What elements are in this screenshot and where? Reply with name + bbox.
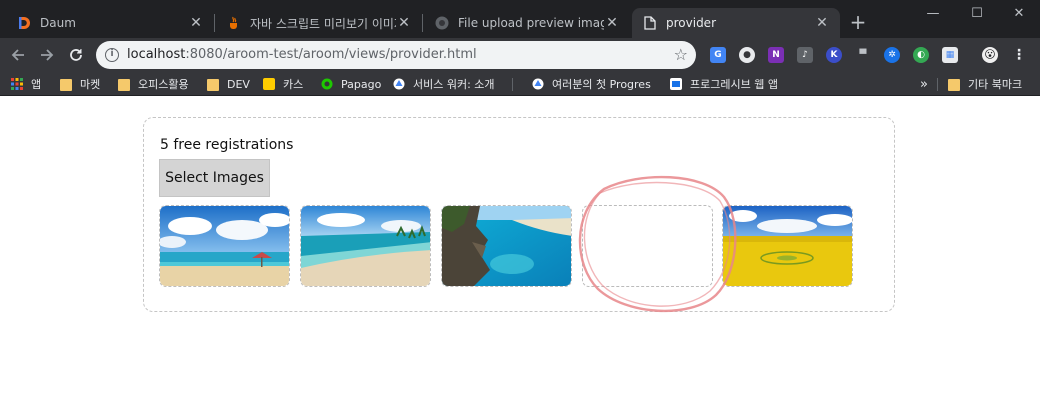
page-content: 5 free registrations Select Images [0, 97, 1040, 416]
grid-extension-icon[interactable]: ▦ [942, 47, 958, 63]
bookmark-label: 오피스활용 [138, 78, 189, 91]
folder-icon [948, 78, 960, 91]
tab-title: File upload preview image [458, 16, 604, 30]
chat-extension-icon[interactable]: ● [739, 47, 755, 63]
java-cup-icon [226, 15, 242, 31]
bookmarks-bar: 앱 마켓 오피스활용 DEV 카스 Papago 서비스 워커: 소개 여러분의… [0, 72, 1040, 96]
bookmark-label: DEV [227, 77, 250, 91]
daum-d-icon [16, 15, 32, 31]
bookmark-star-icon[interactable]: ☆ [674, 45, 688, 64]
bookmark-folder-other[interactable]: 기타 북마크 [948, 76, 1022, 92]
image-preview-beach-shoreline[interactable] [300, 205, 431, 287]
tab-divider [422, 14, 423, 32]
menu-dots-icon[interactable]: ⋮ [1011, 47, 1027, 63]
apps-grid-icon [11, 78, 23, 90]
bookmark-folder-market[interactable]: 마켓 [60, 76, 100, 92]
pwa-icon [670, 78, 682, 90]
folder-icon [207, 78, 219, 91]
tab-title: 자바 스크립트 미리보기 이미지 [250, 16, 396, 31]
tab-title: provider [666, 16, 716, 30]
bookmark-apps[interactable]: 앱 [11, 76, 41, 92]
folder-icon [60, 78, 72, 91]
image-preview-yellow-field[interactable] [722, 205, 853, 287]
translate-extension-icon[interactable]: G [710, 47, 726, 63]
bookmark-divider [512, 78, 513, 91]
address-url: localhost:8080/aroom-test/aroom/views/pr… [127, 47, 477, 62]
bookmark-label: 마켓 [80, 78, 101, 91]
google-dev-icon [532, 78, 544, 90]
select-images-button[interactable]: Select Images [159, 159, 270, 197]
bookmark-label: 기타 북마크 [968, 78, 1023, 91]
bookmark-label: 프로그레시브 웹 앱 [690, 78, 778, 91]
close-icon[interactable]: ✕ [814, 15, 830, 31]
google-dev-icon [393, 78, 405, 90]
bookmark-folder-dev[interactable]: DEV [207, 76, 250, 92]
tab-provider[interactable]: provider ✕ [632, 8, 840, 38]
bookmark-kakao-story[interactable]: 카스 [263, 76, 303, 92]
image-preview-empty[interactable] [582, 205, 713, 287]
bookmark-papago[interactable]: Papago [321, 76, 381, 92]
page-icon [642, 15, 658, 31]
tab-java-preview[interactable]: 자바 스크립트 미리보기 이미지 ✕ [216, 8, 422, 38]
image-preview-beach-clouds[interactable] [159, 205, 290, 287]
k-extension-icon[interactable]: K [826, 47, 842, 63]
profile-avatar[interactable]: 😮 [982, 47, 998, 63]
bookmark-label: 서비스 워커: 소개 [413, 78, 495, 91]
tab-daum[interactable]: Daum ✕ [6, 8, 214, 38]
free-registrations-text: 5 free registrations [160, 137, 294, 153]
upload-panel: 5 free registrations Select Images [143, 117, 895, 312]
bookmark-divider [937, 78, 938, 91]
close-icon[interactable]: ✕ [188, 15, 204, 31]
back-arrow-icon[interactable] [7, 44, 29, 66]
maximize-icon[interactable]: ☐ [954, 4, 1000, 24]
forward-arrow-icon[interactable] [36, 44, 58, 66]
onenote-extension-icon[interactable]: N [768, 47, 784, 63]
bookmark-first-progressive[interactable]: 여러분의 첫 Progres [532, 76, 651, 92]
kakao-icon [263, 78, 275, 90]
tab-title: Daum [40, 16, 76, 30]
folder-icon [118, 78, 130, 91]
reload-icon[interactable] [65, 44, 87, 66]
browser-toolbar: i localhost:8080/aroom-test/aroom/views/… [0, 38, 1040, 72]
bookmark-label: Papago [341, 77, 382, 91]
bookmark-progressive-web-app[interactable]: 프로그레시브 웹 앱 [670, 76, 778, 92]
papago-icon [321, 78, 333, 90]
image-preview-rocky-coast[interactable] [441, 205, 572, 287]
tab-strip: Daum ✕ 자바 스크립트 미리보기 이미지 ✕ File upload pr… [0, 0, 1040, 38]
bookmark-label: 앱 [31, 78, 42, 91]
network-extension-icon[interactable]: ✲ [884, 47, 900, 63]
bookmarks-overflow-chevron[interactable]: » [920, 76, 928, 92]
close-icon[interactable]: ✕ [396, 15, 412, 31]
address-bar[interactable]: i localhost:8080/aroom-test/aroom/views/… [96, 41, 696, 69]
bookmark-folder-office[interactable]: 오피스활용 [118, 76, 189, 92]
bookmark-service-worker[interactable]: 서비스 워커: 소개 [393, 76, 495, 92]
tab-divider [214, 14, 215, 32]
github-octocat-icon [434, 15, 450, 31]
tab-file-upload-preview[interactable]: File upload preview image ✕ [424, 8, 630, 38]
close-icon[interactable]: ✕ [604, 15, 620, 31]
globe-extension-icon[interactable]: ◐ [913, 47, 929, 63]
minimize-icon[interactable]: — [910, 4, 956, 24]
info-icon[interactable]: i [105, 48, 119, 62]
bookmark-label: 여러분의 첫 Progres [552, 78, 651, 91]
music-extension-icon[interactable]: ♪ [797, 47, 813, 63]
bookmark-label: 카스 [283, 78, 304, 91]
shirt-extension-icon[interactable]: ▀ [855, 47, 871, 63]
new-tab-button[interactable]: + [848, 12, 868, 32]
close-window-icon[interactable]: ✕ [996, 4, 1040, 24]
